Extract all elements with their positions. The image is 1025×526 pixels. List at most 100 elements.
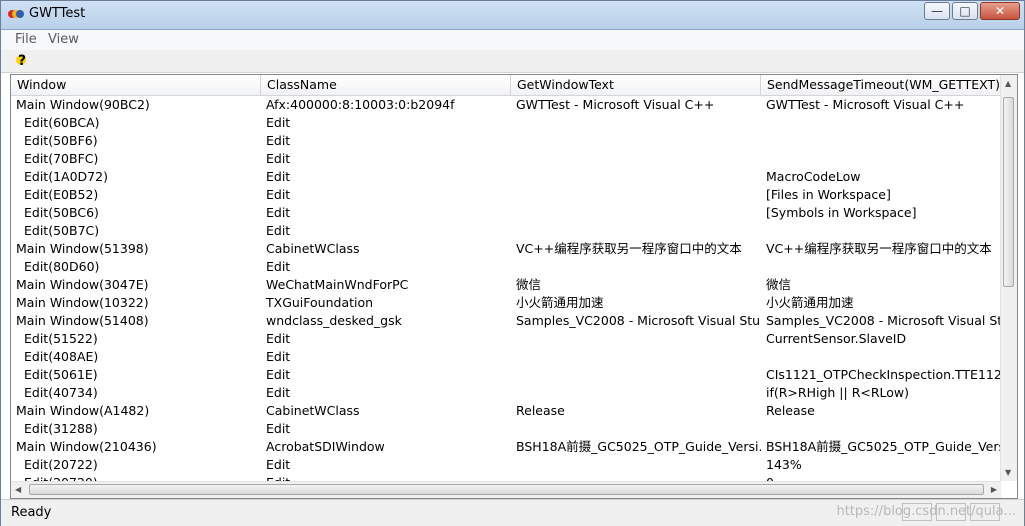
table-row[interactable]: Edit(E0B52) Edit [Files in Workspace] [11,186,1001,204]
column-header-getwindowtext[interactable]: GetWindowText [511,75,761,95]
cell-window: Edit(70BFC) [24,151,99,166]
table-row[interactable]: Edit(50BC6) Edit [Symbols in Workspace] [11,204,1001,222]
toolbar: ? [1,50,1024,73]
table-row[interactable]: Edit(60BCA) Edit [11,114,1001,132]
scroll-left-icon[interactable]: ◀ [15,485,21,494]
horizontal-scrollbar[interactable]: ◀ ▶ [11,481,1001,498]
cell-window: Edit(31288) [24,421,98,436]
cell-sendmessagetimeout: CIs1121_OTPCheckInspection.TTE1121_... [766,367,1001,382]
cell-window: Main Window(10322) [16,295,149,310]
cell-classname: Edit [266,367,291,382]
cell-getwindowtext [511,348,761,366]
cell-window: Edit(50B7C) [24,223,100,238]
cell-classname: TXGuiFoundation [266,295,374,310]
table-row[interactable]: Main Window(51398) CabinetWClass VC++编程序获取… [11,240,1001,258]
cell-sendmessagetimeout [761,150,1001,168]
cell-getwindowtext [511,168,761,186]
watermark-text: https://blog.csdn.net/qula... [836,504,1016,519]
table-row[interactable]: Edit(70BFC) Edit [11,150,1001,168]
table-row[interactable]: Edit(80D60) Edit [11,258,1001,276]
table-row[interactable]: Edit(1A0D72) Edit MacroCodeLow [11,168,1001,186]
cell-getwindowtext [511,384,761,402]
cell-sendmessagetimeout: CurrentSensor.SlaveID [766,331,907,346]
table-row[interactable]: Edit(20722) Edit 143% [11,456,1001,474]
close-button[interactable]: ✕ [980,2,1020,20]
cell-getwindowtext [511,366,761,384]
app-icon [8,10,24,18]
menu-file[interactable]: File [15,32,37,47]
cell-getwindowtext [511,258,761,276]
table-row[interactable]: Main Window(51408) wndclass_desked_gsk Sam… [11,312,1001,330]
table-row[interactable]: Edit(40734) Edit if(R>RHigh || R<RLow) [11,384,1001,402]
cell-getwindowtext [511,132,761,150]
cell-sendmessagetimeout: if(R>RHigh || R<RLow) [766,385,910,400]
window-controls: — □ ✕ [922,2,1020,20]
cell-classname: Edit [266,421,291,436]
maximize-icon: □ [959,4,971,18]
cell-classname: Afx:400000:8:10003:0:b2094f [266,97,455,112]
cell-window: Edit(E0B52) [24,187,99,202]
table-row[interactable]: Main Window(3047E) WeChatMainWndForPC 微信 微信 [11,276,1001,294]
table-row[interactable]: Main Window(A1482) CabinetWClass Release Re… [11,402,1001,420]
table-row[interactable]: Edit(31288) Edit [11,420,1001,438]
table-row[interactable]: Main Window(210436) AcrobatSDIWindow BSH18… [11,438,1001,456]
cell-getwindowtext: VC++编程序获取另一程序窗口中的文本 [516,241,742,256]
minimize-button[interactable]: — [924,2,950,20]
cell-sendmessagetimeout: 143% [766,457,802,472]
cell-window: Main Window(3047E) [16,277,149,292]
cell-window: Main Window(51408) [16,313,149,328]
cell-getwindowtext [511,456,761,474]
cell-sendmessagetimeout [761,258,1001,276]
title-bar[interactable]: GWTTest — □ ✕ [1,1,1024,30]
cell-classname: Edit [266,205,291,220]
maximize-button[interactable]: □ [952,2,978,20]
table-row[interactable]: Edit(51522) Edit CurrentSensor.SlaveID [11,330,1001,348]
cell-classname: CabinetWClass [266,241,360,256]
cell-classname: Edit [266,169,291,184]
table-row[interactable]: Main Window(90BC2) Afx:400000:8:10003:0:b… [11,96,1001,114]
status-bar: Ready https://blog.csdn.net/qula... [1,499,1024,526]
horizontal-scroll-thumb[interactable] [29,484,984,495]
window-title: GWTTest [29,6,86,21]
cell-sendmessagetimeout: GWTTest - Microsoft Visual C++ [766,97,965,112]
table-row[interactable]: Main Window(10322) TXGuiFoundation 小火箭通用加速… [11,294,1001,312]
cell-getwindowtext: BSH18A前摄_GC5025_OTP_Guide_Versi... [516,439,761,454]
cell-window: Edit(60BCA) [24,115,100,130]
table-row[interactable]: Edit(50BF6) Edit [11,132,1001,150]
cell-window: Edit(20722) [24,457,98,472]
vertical-scroll-thumb[interactable] [1003,97,1014,287]
cell-window: Edit(1A0D72) [24,169,108,184]
cell-sendmessagetimeout [761,420,1001,438]
cell-getwindowtext: Samples_VC2008 - Microsoft Visual Stu... [516,313,761,328]
cell-getwindowtext [511,222,761,240]
scroll-up-icon[interactable]: ▲ [1005,79,1011,88]
cell-classname: Edit [266,223,291,238]
help-button[interactable]: ? [13,52,31,70]
cell-window: Main Window(A1482) [16,403,150,418]
cell-window: Edit(50BF6) [24,133,98,148]
column-header-window[interactable]: Window [11,75,261,95]
scroll-down-icon[interactable]: ▼ [1005,468,1011,477]
scroll-right-icon[interactable]: ▶ [991,485,997,494]
cell-sendmessagetimeout [761,222,1001,240]
column-header-classname[interactable]: ClassName [261,75,511,95]
menu-view[interactable]: View [48,32,79,47]
table-row[interactable]: Edit(5061E) Edit CIs1121_OTPCheckInspectio… [11,366,1001,384]
cell-getwindowtext [511,114,761,132]
cell-sendmessagetimeout: VC++编程序获取另一程序窗口中的文本 [766,241,992,256]
column-header-sendmessagetimeout[interactable]: SendMessageTimeout(WM_GETTEXT) [761,75,1001,95]
vertical-scrollbar[interactable]: ▲ ▼ [1000,75,1017,481]
cell-classname: Edit [266,331,291,346]
cell-sendmessagetimeout: 小火箭通用加速 [766,295,854,310]
cell-sendmessagetimeout [761,114,1001,132]
cell-window: Edit(51522) [24,331,98,346]
cell-window: Edit(40734) [24,385,98,400]
minimize-icon: — [931,4,943,18]
cell-sendmessagetimeout: BSH18A前摄_GC5025_OTP_Guide_Versi... [766,439,1001,454]
cell-classname: CabinetWClass [266,403,360,418]
cell-sendmessagetimeout: [Files in Workspace] [766,187,891,202]
table-row[interactable]: Edit(50B7C) Edit [11,222,1001,240]
table-row[interactable]: Edit(408AE) Edit [11,348,1001,366]
window-list[interactable]: Window ClassName GetWindowText SendMessa… [10,74,1018,499]
cell-sendmessagetimeout: MacroCodeLow [766,169,861,184]
